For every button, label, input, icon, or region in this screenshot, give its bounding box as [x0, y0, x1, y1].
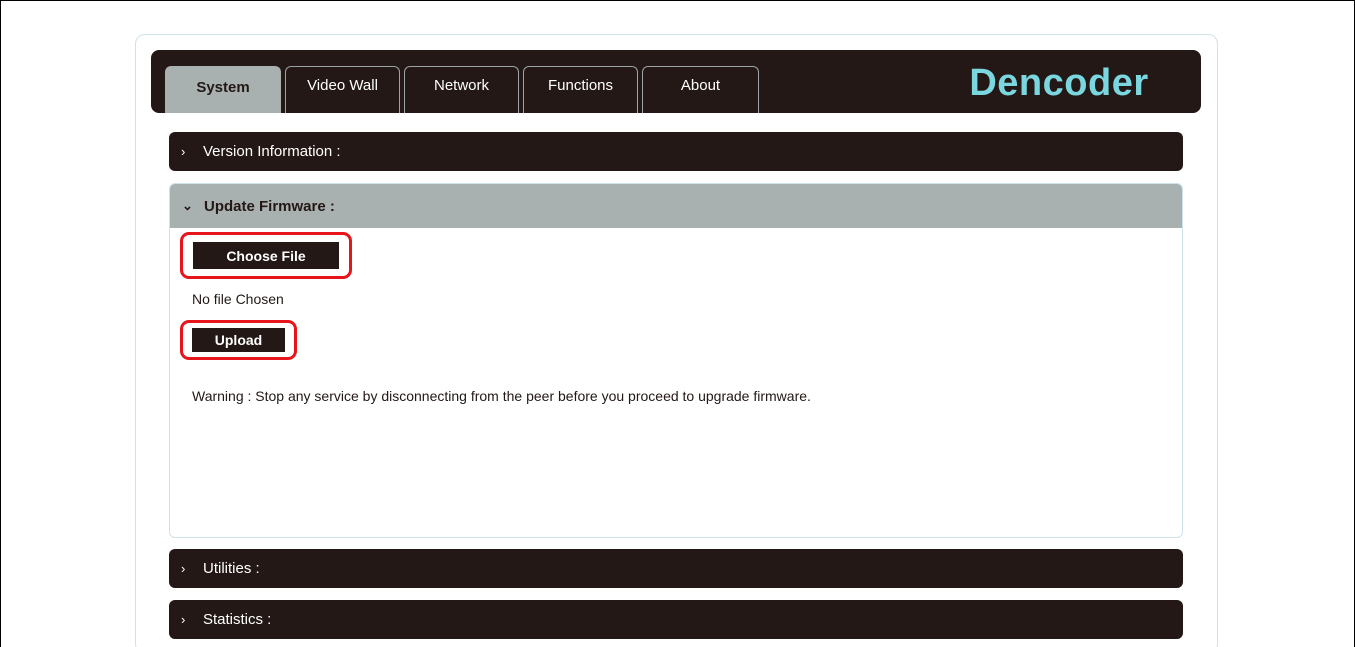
tab-functions[interactable]: Functions	[523, 66, 638, 113]
tab-video-wall[interactable]: Video Wall	[285, 66, 400, 113]
section-utilities: › Utilities :	[169, 549, 1183, 588]
brand-logo: Dencoder	[924, 59, 1194, 107]
update-firmware-body: Choose File No file Chosen Upload Warnin…	[170, 228, 1182, 537]
version-information-label: Version Information :	[203, 143, 341, 160]
tab-about[interactable]: About	[642, 66, 759, 113]
tab-system[interactable]: System	[165, 66, 281, 113]
warning-text: Warning : Stop any service by disconnect…	[192, 388, 811, 404]
chevron-right-icon: ›	[181, 144, 186, 159]
version-information-header[interactable]: › Version Information :	[169, 132, 1183, 171]
section-version-information: › Version Information :	[169, 132, 1183, 171]
header-bar: System Video Wall Network Functions Abou…	[151, 50, 1201, 113]
choose-file-button[interactable]: Choose File	[193, 242, 339, 269]
upload-highlight: Upload	[180, 320, 297, 360]
choose-file-highlight: Choose File	[180, 232, 352, 279]
utilities-header[interactable]: › Utilities :	[169, 549, 1183, 588]
statistics-label: Statistics :	[203, 611, 272, 628]
file-status-text: No file Chosen	[192, 291, 284, 307]
chevron-down-icon: ⌄	[182, 198, 193, 213]
utilities-label: Utilities :	[203, 560, 260, 577]
update-firmware-label: Update Firmware :	[204, 197, 335, 215]
chevron-right-icon: ›	[181, 612, 186, 627]
chevron-right-icon: ›	[181, 561, 186, 576]
update-firmware-header[interactable]: ⌄ Update Firmware :	[170, 184, 1182, 228]
tab-network[interactable]: Network	[404, 66, 519, 113]
section-statistics: › Statistics :	[169, 600, 1183, 639]
upload-button[interactable]: Upload	[192, 328, 285, 352]
statistics-header[interactable]: › Statistics :	[169, 600, 1183, 639]
section-update-firmware: ⌄ Update Firmware : Choose File No file …	[169, 183, 1183, 538]
